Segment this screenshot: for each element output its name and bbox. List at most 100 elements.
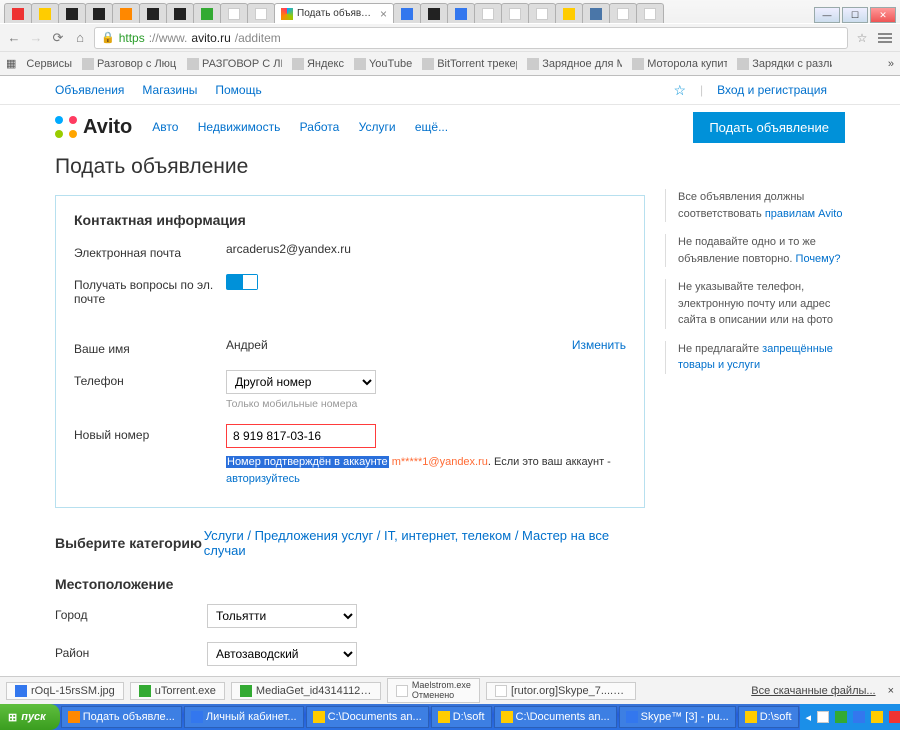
phone-hint: Только мобильные номера <box>226 398 626 410</box>
label-district: Район <box>55 642 207 660</box>
taskbar-item[interactable]: Личный кабинет... <box>184 706 304 728</box>
bookmark-item[interactable]: Моторола купить в С... <box>632 58 727 70</box>
label-receive-questions: Получать вопросы по эл. почте <box>74 274 226 306</box>
browser-tab[interactable] <box>166 3 194 23</box>
taskbar-item[interactable]: D:\soft <box>738 706 799 728</box>
label-city: Город <box>55 604 207 622</box>
tray-icon[interactable] <box>889 711 900 723</box>
apps-icon[interactable]: ▦ <box>6 57 16 70</box>
browser-tab[interactable] <box>555 3 583 23</box>
close-downloads-icon[interactable]: × <box>888 685 894 697</box>
browser-tab[interactable] <box>31 3 59 23</box>
top-link[interactable]: Объявления <box>55 83 124 97</box>
city-select[interactable]: Тольятти <box>207 604 357 628</box>
cat-link[interactable]: Авто <box>152 120 178 134</box>
taskbar-item[interactable]: Подать объявле... <box>61 706 182 728</box>
browser-tab-active[interactable]: Подать объявле... × <box>274 3 394 23</box>
cat-link[interactable]: Услуги <box>359 120 396 134</box>
tray-icon[interactable] <box>871 711 883 723</box>
system-tray: ◂ RU 0:49 <box>800 704 900 730</box>
tray-icon[interactable] <box>835 711 847 723</box>
browser-tab[interactable] <box>193 3 221 23</box>
bookmark-item[interactable]: РАЗГОВОР С ЛЮЦИФ... <box>187 58 282 70</box>
browser-tab[interactable] <box>58 3 86 23</box>
download-item[interactable]: Maelstrom.exe Отменено <box>387 678 480 704</box>
browser-tab[interactable] <box>582 3 610 23</box>
bookmark-item[interactable]: BitTorrent трекер Ru... <box>422 58 517 70</box>
window-maximize-button[interactable]: ☐ <box>842 7 868 23</box>
sidebar-hints: Все объявления должны соответствовать пр… <box>665 155 845 676</box>
new-number-input[interactable] <box>226 424 376 448</box>
bookmark-item[interactable]: Сервисы <box>26 58 72 70</box>
top-link[interactable]: Магазины <box>142 83 197 97</box>
browser-tab[interactable] <box>420 3 448 23</box>
tray-icon[interactable]: ◂ <box>806 711 812 724</box>
browser-tab[interactable] <box>447 3 475 23</box>
browser-tab[interactable] <box>247 3 275 23</box>
download-item[interactable]: MediaGet_id4314112id....exe <box>231 682 381 700</box>
bookmarks-overflow-icon[interactable]: » <box>888 58 894 70</box>
home-button[interactable]: ⌂ <box>72 30 88 46</box>
downloads-bar: rOqL-15rsSM.jpg uTorrent.exe MediaGet_id… <box>0 676 900 704</box>
why-link[interactable]: Почему? <box>796 253 841 265</box>
download-item[interactable]: uTorrent.exe <box>130 682 225 700</box>
browser-tab[interactable] <box>528 3 556 23</box>
browser-tab[interactable] <box>393 3 421 23</box>
logo[interactable]: Avito <box>55 116 132 139</box>
label-email: Электронная почта <box>74 242 226 260</box>
tray-icon[interactable] <box>817 711 829 723</box>
browser-tab[interactable] <box>636 3 664 23</box>
bookmark-item[interactable]: Разговор с Люцифер... <box>82 58 177 70</box>
top-link[interactable]: Помощь <box>215 83 261 97</box>
bookmark-item[interactable]: YouTube <box>354 58 412 70</box>
show-all-downloads-link[interactable]: Все скачанные файлы... <box>751 685 875 697</box>
authorize-link[interactable]: авторизуйтесь <box>226 473 300 485</box>
bookmark-star-icon[interactable]: ☆ <box>854 31 870 45</box>
browser-tab[interactable] <box>220 3 248 23</box>
bookmarks-bar: ▦ Сервисы Разговор с Люцифер... РАЗГОВОР… <box>0 51 900 75</box>
taskbar-item[interactable]: D:\soft <box>431 706 492 728</box>
phone-select[interactable]: Другой номер <box>226 370 376 394</box>
browser-chrome: Подать объявле... × — ☐ ✕ ← → ⟳ ⌂ 🔒 http… <box>0 0 900 76</box>
rules-link[interactable]: правилам Avito <box>765 208 843 220</box>
bookmark-item[interactable]: Зарядное для Мотор... <box>527 58 622 70</box>
back-button[interactable]: ← <box>6 30 22 46</box>
download-item[interactable]: [rutor.org]Skype_7....torrent <box>486 682 636 700</box>
download-item[interactable]: rOqL-15rsSM.jpg <box>6 682 124 700</box>
cat-link[interactable]: Работа <box>300 120 340 134</box>
window-close-button[interactable]: ✕ <box>870 7 896 23</box>
bookmark-item[interactable]: Зарядки с различны... <box>737 58 832 70</box>
receive-questions-toggle[interactable] <box>226 274 258 290</box>
tray-icon[interactable] <box>853 711 865 723</box>
browser-tab[interactable] <box>4 3 32 23</box>
taskbar-item[interactable]: Skype™ [3] - pu... <box>619 706 736 728</box>
chrome-menu-icon[interactable] <box>876 29 894 47</box>
browser-tab[interactable] <box>139 3 167 23</box>
post-ad-button[interactable]: Подать объявление <box>693 112 845 143</box>
confirm-message: Номер подтверждён в аккаунте m*****1@yan… <box>226 454 626 487</box>
category-nav: Авто Недвижимость Работа Услуги ещё... <box>152 120 464 134</box>
district-select[interactable]: Автозаводский <box>207 642 357 666</box>
browser-tab[interactable] <box>609 3 637 23</box>
favorites-icon[interactable]: ☆ <box>673 82 686 99</box>
url-scheme: https <box>119 31 145 45</box>
taskbar-item[interactable]: C:\Documents an... <box>306 706 429 728</box>
bookmark-item[interactable]: Яндекс <box>292 58 344 70</box>
login-link[interactable]: Вход и регистрация <box>717 83 827 97</box>
url-input[interactable]: 🔒 https://www.avito.ru/additem <box>94 27 848 49</box>
browser-tab[interactable] <box>501 3 529 23</box>
cat-link[interactable]: Недвижимость <box>198 120 281 134</box>
taskbar-item[interactable]: C:\Documents an... <box>494 706 617 728</box>
page-title: Подать объявление <box>55 155 645 179</box>
browser-tab[interactable] <box>112 3 140 23</box>
category-breadcrumbs[interactable]: Услуги / Предложения услуг / IT, интерне… <box>204 528 645 558</box>
close-icon[interactable]: × <box>380 7 387 21</box>
browser-tab[interactable] <box>85 3 113 23</box>
cat-link[interactable]: ещё... <box>415 120 448 134</box>
change-name-link[interactable]: Изменить <box>572 338 626 352</box>
forward-button[interactable]: → <box>28 30 44 46</box>
window-minimize-button[interactable]: — <box>814 7 840 23</box>
reload-button[interactable]: ⟳ <box>50 30 66 46</box>
start-button[interactable]: ⊞ пуск <box>0 704 60 730</box>
browser-tab[interactable] <box>474 3 502 23</box>
